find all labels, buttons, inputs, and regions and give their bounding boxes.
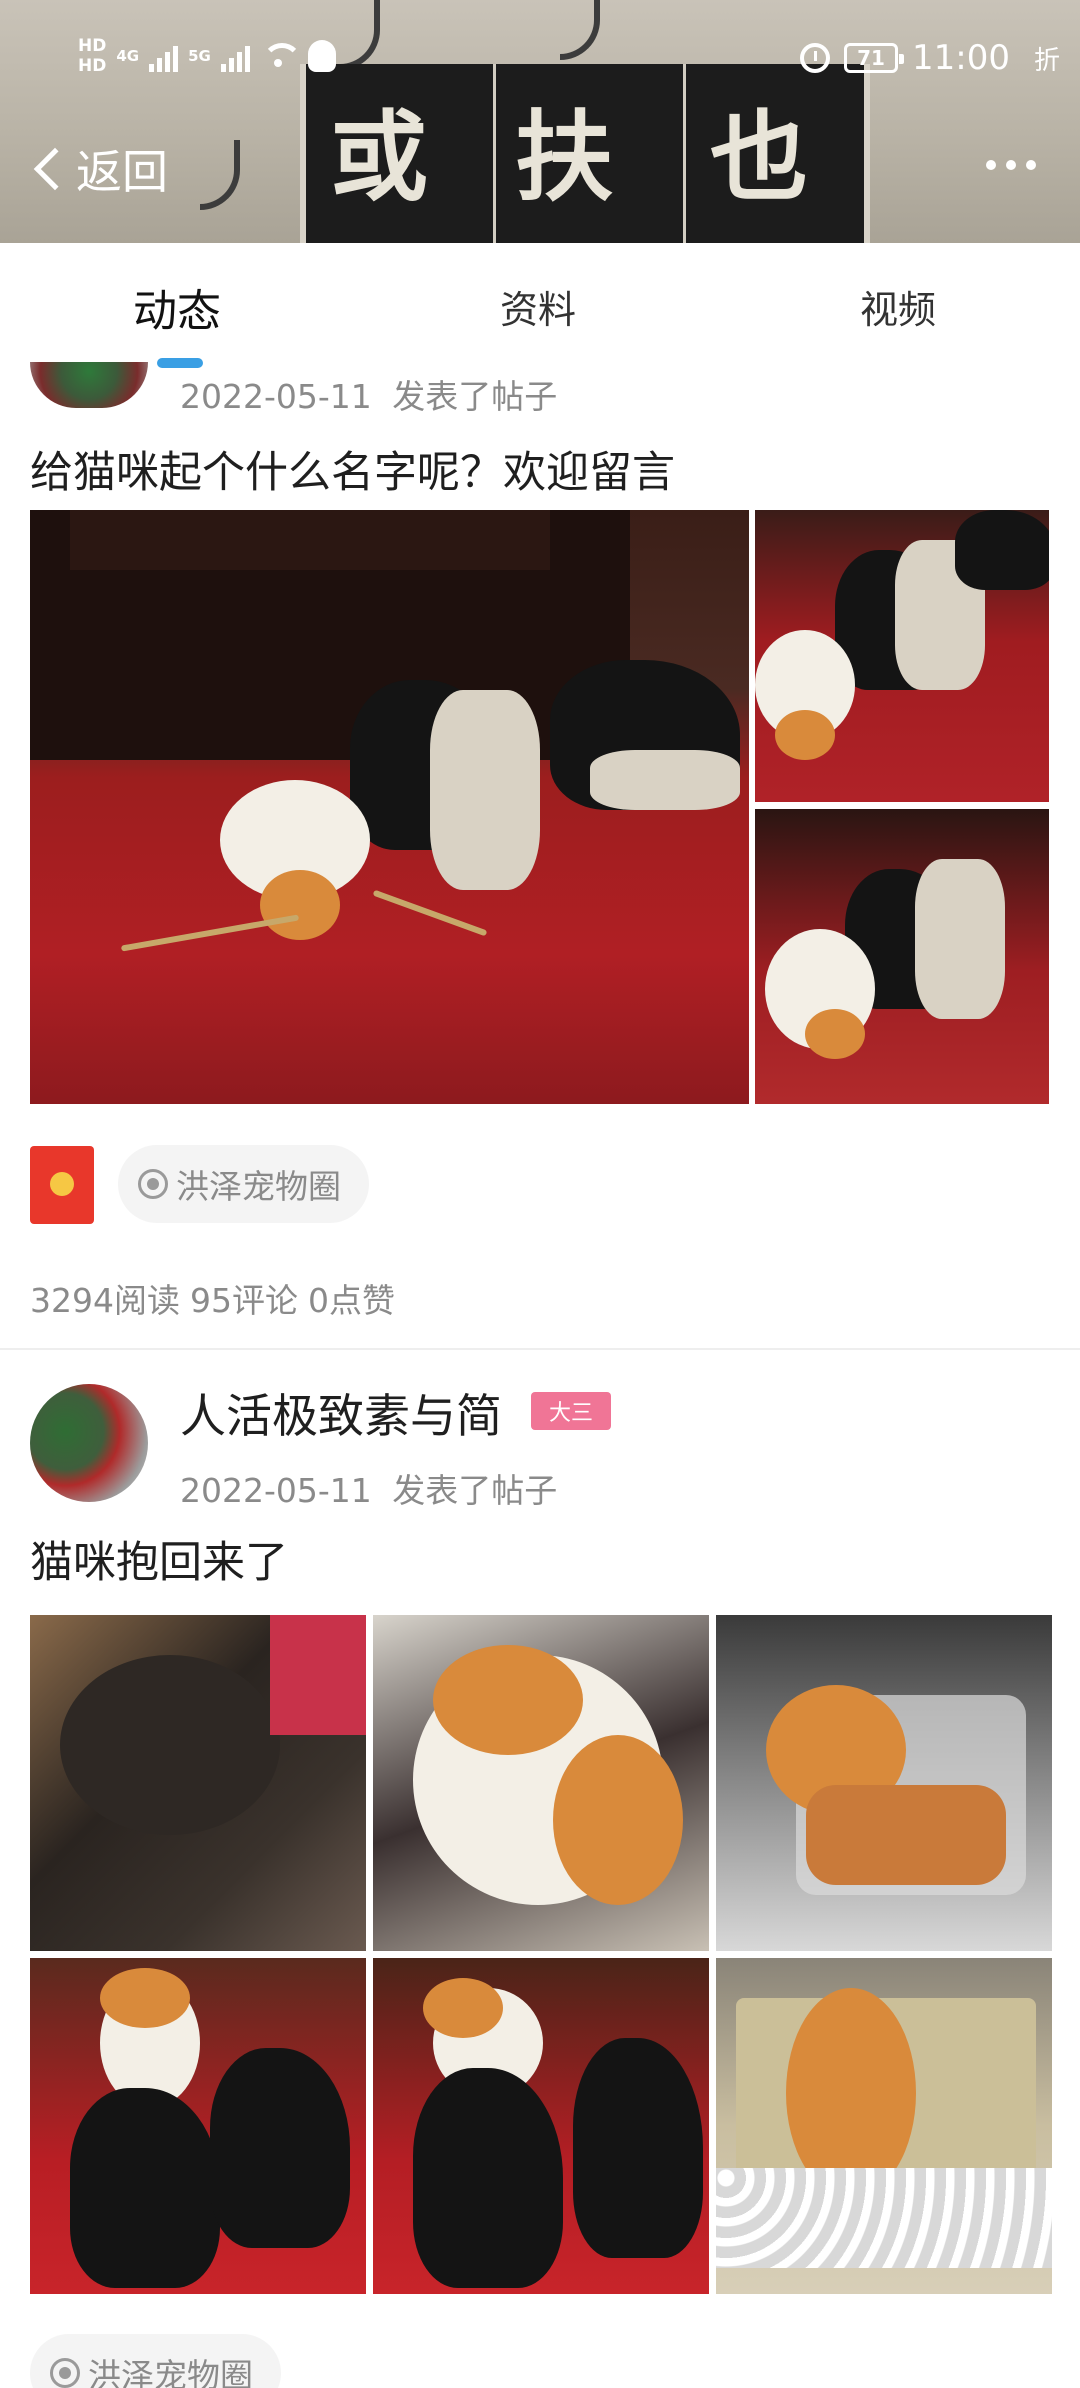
- tab-videos[interactable]: 视频: [860, 279, 936, 334]
- status-bar: HD HD 4G 5G 71 11:00 折: [0, 0, 1080, 120]
- post-title[interactable]: 猫咪抱回来了: [30, 1528, 288, 1590]
- post-image[interactable]: [755, 809, 1049, 1104]
- network-type-label: 5G: [188, 47, 211, 65]
- battery-icon: 71: [844, 43, 904, 73]
- post-image[interactable]: [755, 510, 1049, 802]
- like-count: 0点赞: [307, 1281, 395, 1320]
- status-right: 71 11:00 折: [800, 38, 1060, 78]
- battery-level: 71: [857, 46, 885, 70]
- circle-tag-label: 洪泽宠物圈: [176, 1167, 341, 1206]
- more-options-button[interactable]: [986, 160, 1036, 170]
- kitten-head-shape: [805, 1009, 865, 1059]
- read-count: 3294阅读: [30, 1281, 180, 1320]
- post-image[interactable]: [30, 510, 749, 1104]
- circle-tag[interactable]: 洪泽宠物圈: [30, 2334, 281, 2388]
- avatar[interactable]: [30, 362, 148, 408]
- dot-icon: [1006, 160, 1016, 170]
- nav-row: 返回: [0, 130, 1080, 210]
- post-image[interactable]: [716, 1958, 1052, 2294]
- profile-tabs: 动态 资料 视频: [0, 243, 1080, 363]
- post-divider: [0, 1348, 1080, 1350]
- sneaker-sole-shape: [430, 690, 540, 890]
- sneaker-shape: [413, 2068, 563, 2288]
- profile-header-banner: 或 扶 也 HD HD 4G 5G 71 11:00 折 返回: [0, 0, 1080, 243]
- post-image[interactable]: [373, 1615, 709, 1951]
- cat-food-shape: [806, 1785, 1006, 1885]
- circle-tag-label: 洪泽宠物圈: [88, 2356, 253, 2388]
- tab-profile-info[interactable]: 资料: [500, 279, 576, 334]
- hd-indicators: HD HD: [78, 36, 106, 76]
- post-image[interactable]: [30, 1958, 366, 2294]
- blanket-shape: [270, 1615, 366, 1735]
- circle-tag[interactable]: 洪泽宠物圈: [118, 1145, 369, 1223]
- sneaker-shape: [70, 2088, 220, 2288]
- network-type-label: 4G: [116, 47, 140, 65]
- kitten-head-shape: [775, 710, 835, 760]
- post-action: 发表了帖子: [392, 1471, 558, 1510]
- post-date: 2022-05-11 发表了帖子: [180, 1464, 557, 1512]
- red-packet-icon[interactable]: [30, 1146, 94, 1224]
- clock-time: 11:00: [912, 38, 1010, 78]
- post-image[interactable]: [373, 1958, 709, 2294]
- comment-count: 95评论: [189, 1281, 298, 1320]
- kitten-head-shape: [433, 1645, 583, 1755]
- mat-pattern: [120, 914, 300, 952]
- target-icon: [50, 2358, 80, 2388]
- back-label: 返回: [76, 145, 168, 199]
- hd-label: HD: [78, 56, 107, 76]
- kitten-shape: [60, 1655, 280, 1835]
- post-action: 发表了帖子: [392, 377, 558, 416]
- username[interactable]: 人活极致素与简: [180, 1380, 502, 1446]
- avatar[interactable]: [30, 1384, 148, 1502]
- sneaker-sole-shape: [590, 750, 740, 810]
- post-date: 2022-05-11 发表了帖子: [180, 370, 557, 418]
- active-tab-indicator: [157, 358, 203, 368]
- post-date-value: 2022-05-11: [180, 1471, 372, 1510]
- status-left: HD HD 4G 5G: [78, 36, 336, 76]
- post-stats: 3294阅读 95评论 0点赞: [30, 1274, 395, 1322]
- kitten-head-shape: [423, 1978, 503, 2038]
- kitten-head-shape: [260, 870, 340, 940]
- grade-badge: 大三: [531, 1392, 611, 1430]
- litter-grate-shape: [716, 2168, 1052, 2268]
- kitten-head-shape: [100, 1968, 190, 2028]
- hd-label: HD: [78, 36, 107, 56]
- wifi-icon: [260, 41, 302, 71]
- post-title[interactable]: 给猫咪起个什么名字呢？欢迎留言: [30, 438, 675, 500]
- dot-icon: [986, 160, 996, 170]
- kitten-shape: [786, 1988, 916, 2198]
- signal-icon: [149, 40, 179, 72]
- fold-indicator: 折: [1033, 45, 1060, 76]
- sneaker-shape: [955, 510, 1049, 590]
- sneaker-shape: [210, 2048, 350, 2248]
- chevron-left-icon: [33, 147, 77, 191]
- mat-pattern: [372, 889, 488, 937]
- post-date-value: 2022-05-11: [180, 377, 372, 416]
- tab-dynamics[interactable]: 动态: [133, 275, 221, 339]
- dot-icon: [1026, 160, 1036, 170]
- back-button[interactable]: 返回: [30, 136, 168, 202]
- door-frame-shape: [70, 510, 550, 570]
- post-image[interactable]: [30, 1615, 366, 1951]
- sneaker-sole-shape: [915, 859, 1005, 1019]
- qq-icon: [307, 40, 336, 72]
- signal-icon: [220, 40, 250, 72]
- sneaker-shape: [573, 2038, 703, 2258]
- kitten-tail-shape: [553, 1735, 683, 1905]
- post-image[interactable]: [716, 1615, 1052, 1951]
- alarm-icon: [800, 43, 830, 73]
- target-icon: [138, 1169, 168, 1199]
